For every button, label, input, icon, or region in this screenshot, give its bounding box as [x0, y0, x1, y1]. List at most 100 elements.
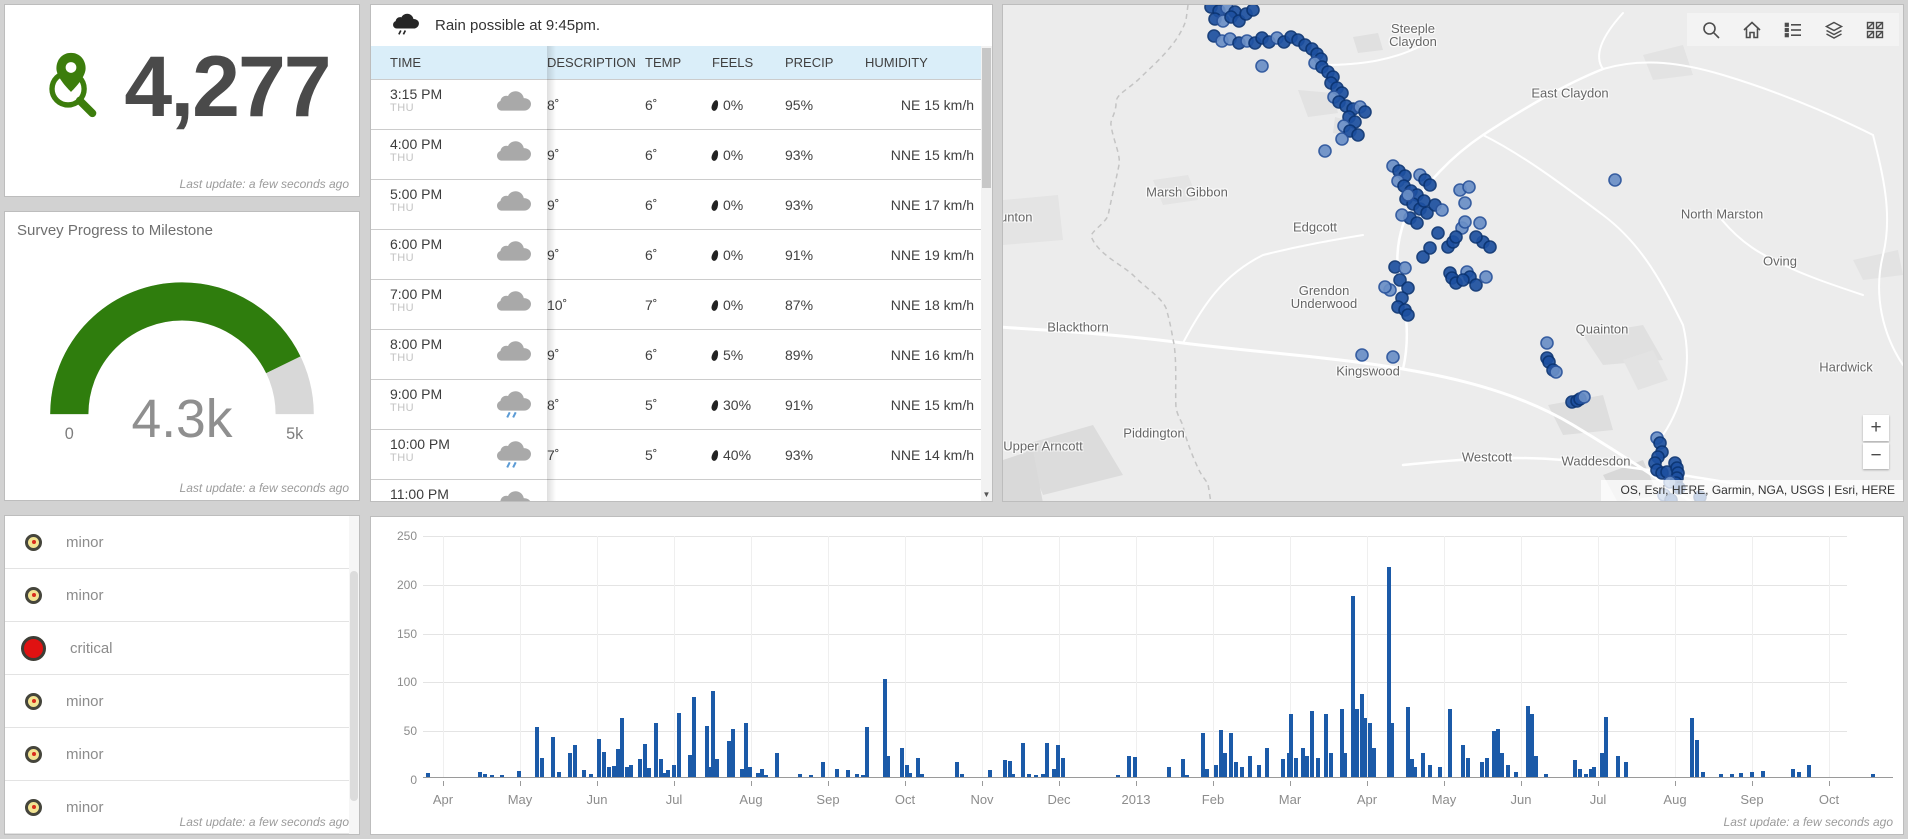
gauge-title: Survey Progress to Milestone — [17, 222, 213, 239]
chart-bar — [1421, 752, 1426, 777]
chart-bar — [1505, 765, 1510, 777]
chart-bar — [1214, 765, 1219, 777]
chart-bar — [516, 771, 521, 777]
x-axis-tick-label: Aug — [739, 792, 763, 807]
survey-point — [1449, 230, 1463, 244]
location-search-icon — [34, 48, 108, 127]
survey-point — [1456, 273, 1470, 287]
list-item[interactable]: minor — [5, 516, 359, 569]
x-axis-tick-label: Mar — [1278, 792, 1302, 807]
list-item[interactable]: critical — [5, 622, 359, 675]
chart-bar — [1127, 755, 1132, 777]
chart-bar — [588, 774, 593, 777]
temp-value: 5˚ — [645, 446, 658, 463]
list-item[interactable]: minor — [5, 675, 359, 728]
survey-point — [1355, 348, 1369, 362]
humidity-value: NNE 16 km/h — [890, 346, 974, 363]
chart-bar — [1438, 767, 1443, 777]
layers-icon[interactable] — [1824, 20, 1844, 40]
x-axis-tick-label: Feb — [1201, 792, 1225, 807]
chart-bar — [581, 770, 586, 777]
chart-bar — [1239, 767, 1244, 777]
table-row: 6:00 PM THU 9˚ 6˚ 0% 91% NNE 19 km/h — [371, 229, 992, 279]
chart-bar — [620, 718, 625, 777]
rain-cloud-icon — [481, 388, 547, 421]
chart-bar — [1218, 730, 1223, 777]
chart-bar — [672, 765, 676, 777]
chart-bar — [1223, 752, 1228, 777]
x-axis-tick-label: Jul — [665, 792, 683, 807]
chart-bar — [1309, 710, 1314, 777]
description-value: 10˚ — [547, 296, 568, 313]
humidity-value: NE 15 km/h — [900, 96, 974, 113]
chart-bar — [1294, 757, 1299, 777]
feels-value: 0% — [710, 197, 785, 213]
scroll-down-arrow[interactable]: ▼ — [981, 488, 992, 501]
survey-points — [1204, 5, 1707, 501]
gauge: 0 5k 4.3k — [50, 282, 314, 449]
survey-point — [1469, 278, 1483, 292]
map-place-label: Launton — [1003, 209, 1033, 225]
chart-bar — [1371, 747, 1376, 777]
survey-point — [1608, 173, 1622, 187]
chart-bar — [489, 775, 494, 777]
survey-point — [1435, 203, 1449, 217]
chart-bar — [715, 759, 720, 777]
forecast-time: 5:00 PM — [390, 186, 443, 202]
legend-icon[interactable] — [1783, 20, 1803, 40]
description-value: 9˚ — [547, 246, 560, 263]
map-place-label: Quainton — [1575, 321, 1629, 337]
home-icon[interactable] — [1742, 20, 1762, 40]
chart-bar — [665, 770, 670, 777]
search-icon[interactable] — [1701, 20, 1721, 40]
chart-bar — [1533, 755, 1538, 777]
droplet-icon — [710, 348, 720, 362]
forecast-day: THU — [390, 452, 415, 464]
zoom-out-button[interactable]: − — [1863, 443, 1889, 469]
zoom-in-button[interactable]: + — [1863, 415, 1889, 441]
chart-bar — [1362, 718, 1367, 777]
map-place-label: East Claydon — [1531, 85, 1609, 101]
survey-point — [1431, 226, 1445, 240]
map-place-label: North Marston — [1680, 206, 1764, 222]
droplet-icon — [710, 248, 720, 262]
chart-bar — [1264, 747, 1269, 777]
list-item[interactable]: minor — [5, 728, 359, 781]
gauge-max-label: 5k — [286, 425, 304, 443]
chart-bar — [478, 772, 482, 777]
chart-bar — [726, 740, 731, 777]
description-value: 9˚ — [547, 196, 560, 213]
chart-bar — [1583, 774, 1588, 777]
survey-point — [1401, 188, 1415, 202]
map-place-label: Steeple Claydon — [1389, 21, 1437, 49]
temp-value: 6˚ — [645, 146, 658, 163]
panel-map[interactable]: SteepleClaydon East Claydon Marsh Gibbon La… — [1002, 4, 1904, 502]
humidity-value: NNE 15 km/h — [890, 396, 974, 413]
chart-bar — [1465, 757, 1470, 777]
alert-rows: minor minor critical minor minor minor — [5, 516, 359, 834]
table-row: 11:00 PMTHU — [371, 479, 992, 501]
chart-bar — [628, 765, 633, 777]
feels-value: 0% — [710, 147, 785, 163]
chart-bar — [1204, 769, 1209, 777]
chart-bar — [886, 755, 891, 777]
list-item[interactable]: minor — [5, 569, 359, 622]
map-place-label: Westcott — [1461, 449, 1513, 465]
rain-cloud-icon — [481, 488, 547, 501]
alert-list-scrollbar[interactable] — [349, 516, 359, 834]
description-value: 8˚ — [547, 396, 560, 413]
humidity-value: NNE 15 km/h — [890, 146, 974, 163]
droplet-icon — [710, 448, 720, 462]
droplet-icon — [710, 398, 720, 412]
chart-bar — [1485, 757, 1490, 777]
chart-bar — [1257, 765, 1262, 777]
feels-value: 0% — [710, 97, 785, 113]
forecast-time: 7:00 PM — [390, 286, 443, 302]
y-axis-tick-label: 250 — [396, 529, 417, 543]
feels-value: 30% — [710, 397, 785, 413]
chart-bar — [1003, 760, 1008, 777]
basemap-icon[interactable] — [1865, 20, 1885, 40]
weather-rows: 3:15 PM THU 8˚ 6˚ 0% 95% NE 15 km/h 4:00 … — [371, 79, 992, 501]
x-axis-tick-label: Jul — [1589, 792, 1607, 807]
weather-scrollbar[interactable]: ▼ — [981, 46, 992, 501]
